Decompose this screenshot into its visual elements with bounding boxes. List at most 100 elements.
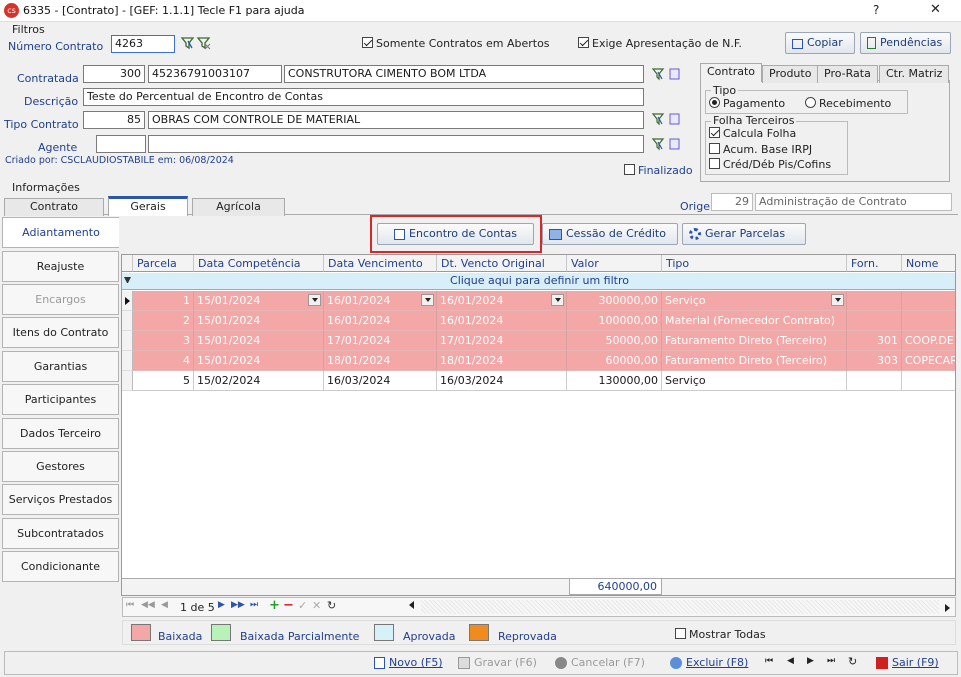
grid-cell-forn[interactable] xyxy=(847,371,902,391)
grid-cell-data-competencia[interactable]: 15/02/2024 xyxy=(194,371,324,391)
hscroll-track[interactable] xyxy=(421,600,939,614)
grid-cell-tipo[interactable]: Faturamento Direto (Terceiro) xyxy=(662,331,847,351)
grid-cell-tipo[interactable]: Material (Fornecedor Contrato) xyxy=(662,311,847,331)
grid-cell-valor[interactable]: 60000,00 xyxy=(567,351,662,371)
grid-cell-nome[interactable] xyxy=(902,311,955,331)
mostrar-todas-checkbox[interactable]: Mostrar Todas xyxy=(675,628,766,641)
grid-cell-parcela[interactable]: 2 xyxy=(133,311,194,331)
col-header-tipo[interactable]: Tipo xyxy=(662,255,847,272)
search-contratada-icon[interactable] xyxy=(651,66,683,85)
sidebar-item-condicionante[interactable]: Condicionante xyxy=(2,551,119,582)
col-header-valor[interactable]: Valor xyxy=(567,255,662,272)
next-record-icon[interactable]: ▶ xyxy=(807,656,814,666)
dropdown-arrow-icon[interactable] xyxy=(308,294,321,306)
grid-cell-dt-vencto-original[interactable]: 16/01/2024 xyxy=(437,311,567,331)
row-indicator[interactable] xyxy=(122,311,133,331)
grid-cell-tipo[interactable]: Serviço xyxy=(662,291,847,311)
tab-info-contrato[interactable]: Contrato xyxy=(4,198,104,216)
prev-icon[interactable]: ◀ xyxy=(161,600,168,610)
descricao-input[interactable]: Teste do Percentual de Encontro de Conta… xyxy=(83,88,644,106)
grid-cell-nome[interactable] xyxy=(902,291,955,311)
tab-produto[interactable]: Produto xyxy=(762,65,819,83)
col-header-nome[interactable]: Nome xyxy=(902,255,955,272)
dropdown-arrow-icon[interactable] xyxy=(831,294,844,306)
grid-cell-data-competencia[interactable]: 15/01/2024 xyxy=(194,291,324,311)
acum-irpj-checkbox[interactable]: Acum. Base IRPJ xyxy=(709,143,812,156)
excluir-button[interactable]: Excluir (F8) xyxy=(670,656,748,669)
cred-deb-checkbox[interactable]: Créd/Déb Pis/Cofins xyxy=(709,158,831,171)
hscroll-right-icon[interactable] xyxy=(945,604,950,612)
finalizado-checkbox[interactable]: Finalizado xyxy=(624,164,693,177)
sidebar-item-subcontratados[interactable]: Subcontratados xyxy=(2,518,119,549)
tab-pro-rata[interactable]: Pro-Rata xyxy=(817,65,878,83)
row-indicator[interactable] xyxy=(122,351,133,371)
grid-cell-valor[interactable]: 300000,00 xyxy=(567,291,662,311)
col-header-data-vencimento[interactable]: Data Vencimento xyxy=(324,255,437,272)
contratada-name-input[interactable]: CONSTRUTORA CIMENTO BOM LTDA xyxy=(284,65,644,83)
cancel-icon[interactable]: ✕ xyxy=(312,599,321,612)
col-header-data-competencia[interactable]: Data Competência xyxy=(194,255,324,272)
contratada-code-input[interactable]: 300 xyxy=(83,65,145,83)
cessao-credito-button[interactable]: Cessão de Crédito xyxy=(542,223,678,245)
agente-code-input[interactable] xyxy=(96,135,146,153)
refresh-icon[interactable]: ↻ xyxy=(327,599,336,612)
contratada-cnpj-input[interactable]: 45236791003107 xyxy=(148,65,282,83)
gravar-button[interactable]: Gravar (F6) xyxy=(458,656,537,669)
grid-cell-tipo[interactable]: Serviço xyxy=(662,371,847,391)
tipo-contrato-code-input[interactable]: 85 xyxy=(83,111,145,129)
row-indicator[interactable] xyxy=(122,331,133,351)
sidebar-item-encargos[interactable]: Encargos xyxy=(2,284,119,315)
grid-cell-data-vencimento[interactable]: 16/03/2024 xyxy=(324,371,437,391)
recebimento-radio[interactable]: Recebimento xyxy=(805,97,891,110)
next-page-icon[interactable]: ▶▶ xyxy=(231,600,245,610)
first-record-icon[interactable]: ⏮ xyxy=(765,656,773,666)
add-icon[interactable]: + xyxy=(269,598,280,613)
cancelar-button[interactable]: Cancelar (F7) xyxy=(555,656,645,669)
row-indicator[interactable] xyxy=(122,291,133,311)
somente-abertos-checkbox[interactable]: Somente Contratos em Abertos xyxy=(362,37,550,50)
sair-button[interactable]: Sair (F9) xyxy=(876,656,939,669)
grid-cell-data-competencia[interactable]: 15/01/2024 xyxy=(194,351,324,371)
grid-cell-data-competencia[interactable]: 15/01/2024 xyxy=(194,331,324,351)
delete-icon[interactable]: − xyxy=(283,598,294,613)
grid-cell-valor[interactable]: 50000,00 xyxy=(567,331,662,351)
sidebar-item-itens-contrato[interactable]: Itens do Contrato xyxy=(2,317,119,348)
tab-ctr-matriz[interactable]: Ctr. Matriz xyxy=(879,65,950,83)
prev-record-icon[interactable]: ◀ xyxy=(787,656,794,666)
grid-cell-dt-vencto-original[interactable]: 18/01/2024 xyxy=(437,351,567,371)
calcula-folha-checkbox[interactable]: Calcula Folha xyxy=(709,127,796,140)
last-icon[interactable]: ⏭ xyxy=(250,600,258,610)
grid-cell-nome[interactable] xyxy=(902,371,955,391)
confirm-icon[interactable]: ✓ xyxy=(298,599,307,612)
grid-cell-tipo[interactable]: Faturamento Direto (Terceiro) xyxy=(662,351,847,371)
numero-contrato-input[interactable]: 4263 xyxy=(111,35,175,53)
tab-contrato[interactable]: Contrato xyxy=(700,63,763,82)
grid-cell-data-vencimento[interactable]: 16/01/2024 xyxy=(324,311,437,331)
sidebar-item-dados-terceiro[interactable]: Dados Terceiro xyxy=(2,418,119,449)
gerar-parcelas-button[interactable]: Gerar Parcelas xyxy=(682,223,806,245)
pendencias-button[interactable]: Pendências xyxy=(860,32,951,54)
grid-cell-forn[interactable] xyxy=(847,311,902,331)
grid-cell-data-competencia[interactable]: 15/01/2024 xyxy=(194,311,324,331)
sidebar-item-garantias[interactable]: Garantias xyxy=(2,351,119,382)
grid-cell-nome[interactable]: COPECAR xyxy=(902,351,955,371)
copiar-button[interactable]: Copiar xyxy=(785,32,855,54)
col-header-forn[interactable]: Forn. xyxy=(847,255,902,272)
filter-row[interactable]: Clique aqui para definir um filtro xyxy=(122,273,955,290)
grid-cell-parcela[interactable]: 4 xyxy=(133,351,194,371)
col-header-dt-vencto-original[interactable]: Dt. Vencto Original xyxy=(437,255,567,272)
exige-nf-checkbox[interactable]: Exige Apresentação de N.F. xyxy=(578,37,742,50)
grid-cell-forn[interactable] xyxy=(847,291,902,311)
sidebar-item-gestores[interactable]: Gestores xyxy=(2,451,119,482)
dropdown-arrow-icon[interactable] xyxy=(551,294,564,306)
last-record-icon[interactable]: ⏭ xyxy=(827,656,835,666)
filter-clear-icon[interactable] xyxy=(196,35,212,54)
grid-cell-dt-vencto-original[interactable]: 16/03/2024 xyxy=(437,371,567,391)
sidebar-item-adiantamento[interactable]: Adiantamento xyxy=(2,217,119,248)
dropdown-arrow-icon[interactable] xyxy=(421,294,434,306)
row-indicator[interactable] xyxy=(122,371,133,391)
origem-name-input[interactable]: Administração de Contrato xyxy=(755,193,952,211)
grid-cell-data-vencimento[interactable]: 16/01/2024 xyxy=(324,291,437,311)
refresh-record-icon[interactable]: ↻ xyxy=(848,655,857,668)
grid-cell-valor[interactable]: 130000,00 xyxy=(567,371,662,391)
